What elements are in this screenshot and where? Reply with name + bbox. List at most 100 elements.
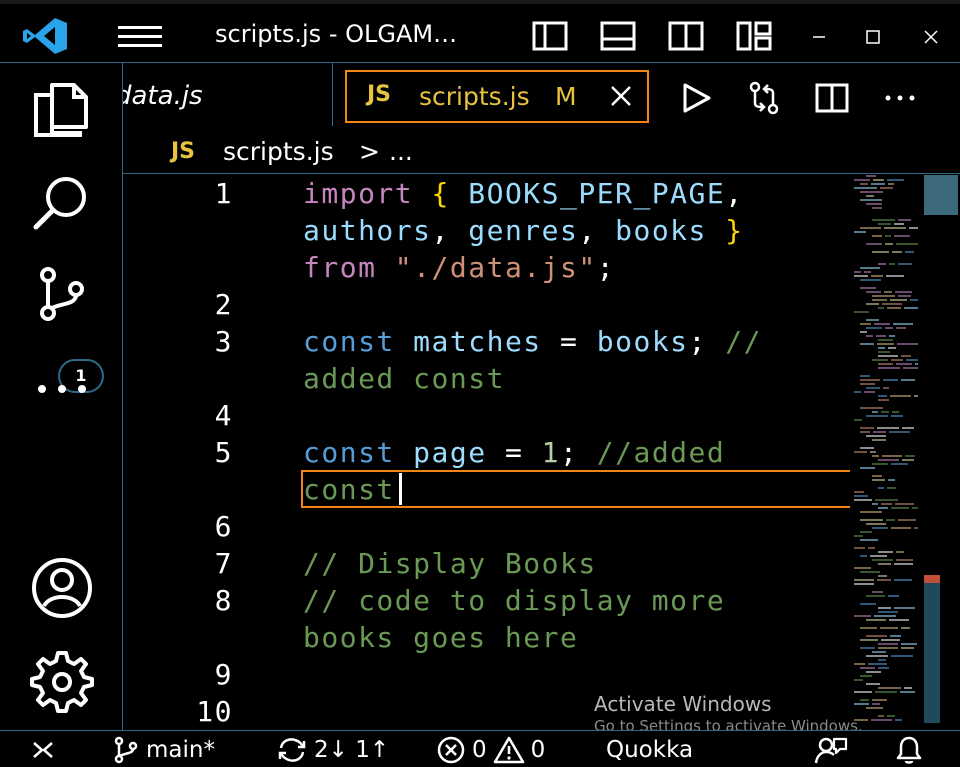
quokka-status[interactable]: Quokka	[606, 735, 693, 765]
minimap-line	[872, 359, 888, 361]
minimap-line	[883, 379, 898, 381]
minimap-line	[854, 419, 862, 421]
explorer-icon[interactable]	[30, 77, 94, 141]
tab-data-js[interactable]: data.js	[123, 63, 333, 126]
minimap-line	[872, 439, 886, 441]
more-icon[interactable]	[30, 357, 94, 421]
branch-indicator[interactable]: main*	[112, 735, 215, 765]
tab-scripts-js[interactable]: JS scripts.js M	[345, 70, 649, 123]
minimap-line	[854, 275, 868, 277]
activation-watermark-title: Activate Windows	[594, 692, 772, 716]
source-control-icon[interactable]	[30, 263, 94, 327]
minimap-line	[860, 531, 872, 533]
minimap-line	[860, 539, 878, 541]
minimap-line	[854, 495, 868, 497]
minimap-line	[878, 551, 893, 553]
manage-gear-icon[interactable]	[30, 649, 94, 713]
feedback-button[interactable]	[814, 735, 848, 765]
minimap-line	[872, 503, 878, 505]
minimap-line	[878, 363, 893, 365]
vertical-scrollbar[interactable]	[922, 175, 960, 730]
code-line: // code to display more	[303, 584, 726, 617]
toggle-panel-icon[interactable]	[600, 21, 636, 51]
minimap-line	[854, 567, 871, 569]
minimap-line	[881, 411, 889, 413]
search-icon[interactable]	[30, 171, 94, 235]
notifications-button[interactable]	[894, 735, 924, 765]
minimap-line	[893, 323, 913, 325]
minimap-line	[860, 227, 881, 229]
toggle-primary-sidebar-icon[interactable]	[532, 21, 568, 51]
minimap-line	[870, 555, 887, 557]
close-tab-icon[interactable]	[609, 84, 633, 108]
minimap-line	[854, 703, 869, 705]
maximize-icon[interactable]	[858, 22, 888, 52]
js-file-icon: JS	[171, 139, 196, 164]
breadcrumb-symbols[interactable]: ...	[389, 137, 413, 166]
minimap-line	[901, 647, 914, 649]
minimap-line	[873, 431, 886, 433]
minimap-line	[878, 647, 898, 649]
minimap-line	[877, 343, 894, 345]
minimap-line	[888, 183, 894, 185]
minimap-line	[872, 411, 878, 413]
scrollbar-thumb[interactable]	[924, 175, 958, 215]
minimap[interactable]	[850, 175, 922, 730]
code-line: const matches = books; //	[303, 325, 762, 358]
minimap-line	[871, 275, 883, 277]
minimap-line	[878, 307, 884, 309]
minimap-line	[882, 455, 902, 457]
error-count: 0	[472, 737, 487, 763]
minimap-line	[854, 187, 877, 189]
minimap-line	[882, 303, 902, 305]
minimap-line	[860, 571, 880, 573]
minimap-line	[872, 651, 886, 653]
breadcrumb-file[interactable]: scripts.js	[223, 137, 334, 166]
minimap-line	[860, 519, 883, 521]
minimap-line	[866, 195, 874, 197]
minimap-line	[854, 615, 871, 617]
compare-changes-icon[interactable]	[747, 81, 781, 115]
minimap-line	[860, 555, 867, 557]
problems-indicator[interactable]: 0 0	[436, 735, 545, 765]
minimap-line	[872, 475, 882, 477]
minimap-line	[887, 487, 896, 489]
more-actions-icon[interactable]	[883, 81, 917, 115]
minimap-line	[905, 251, 914, 253]
hamburger-menu-icon[interactable]	[118, 24, 162, 50]
minimap-line	[872, 235, 882, 237]
minimap-line	[866, 243, 882, 245]
code-editor[interactable]: 1 import { BOOKS_PER_PAGE, authors, genr…	[123, 175, 850, 730]
minimap-line	[878, 367, 900, 369]
warning-icon	[493, 736, 524, 764]
minimap-line	[872, 559, 893, 561]
toggle-secondary-sidebar-icon[interactable]	[668, 21, 704, 51]
minimap-line	[912, 507, 918, 509]
minimap-line	[872, 219, 895, 221]
minimap-line	[868, 663, 887, 665]
minimap-line	[878, 223, 891, 225]
minimize-icon[interactable]	[804, 22, 834, 52]
minimap-line	[860, 431, 870, 433]
minimap-line	[878, 667, 889, 669]
minimap-line	[892, 251, 902, 253]
minimap-line	[904, 307, 918, 309]
minimap-line	[854, 311, 869, 313]
close-icon[interactable]	[916, 22, 946, 52]
minimap-line	[860, 191, 883, 193]
line-number: 5	[214, 436, 233, 469]
sync-indicator[interactable]: 2↓ 1↑	[276, 735, 389, 765]
minimap-line	[860, 379, 880, 381]
accounts-icon[interactable]	[30, 556, 94, 620]
minimap-line	[894, 235, 910, 237]
code-line: const	[303, 473, 395, 506]
minimap-line	[872, 251, 889, 253]
minimap-line	[895, 503, 914, 505]
remote-indicator[interactable]	[30, 735, 56, 765]
run-icon[interactable]	[679, 81, 713, 115]
minimap-line	[890, 395, 911, 397]
split-editor-icon[interactable]	[815, 81, 849, 115]
customize-layout-icon[interactable]	[736, 21, 772, 51]
minimap-line	[866, 415, 888, 417]
minimap-line	[872, 703, 880, 705]
